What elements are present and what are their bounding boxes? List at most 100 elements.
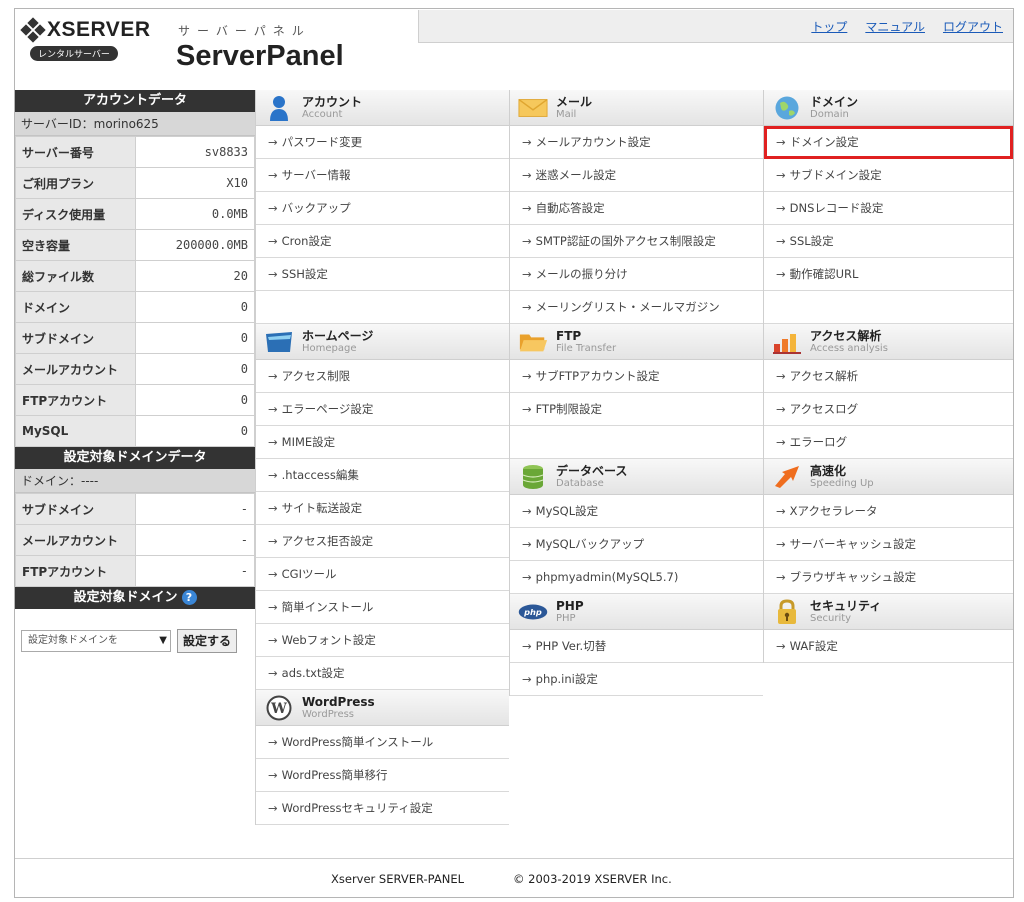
menu-link-mail[interactable]: → メーリングリスト・メールマガジン	[510, 291, 763, 324]
menu-link-homepage[interactable]: → CGIツール	[256, 558, 509, 591]
target-domain-title: 設定対象ドメイン	[73, 590, 178, 605]
column-2: メール Mail → メールアカウント設定 → 迷惑メール設定 → 自動応答設定 → SMTP認証…	[509, 90, 763, 696]
menu-link-domain[interactable]: → サブドメイン設定	[764, 159, 1013, 192]
menu-link-account[interactable]: → SSH設定	[256, 258, 509, 291]
arrow-right-icon: →	[268, 768, 278, 782]
menu-link-wordpress[interactable]: → WordPress簡単移行	[256, 759, 509, 792]
stat-label: サブドメイン	[15, 493, 136, 525]
menu-link-speed[interactable]: → サーバーキャッシュ設定	[764, 528, 1013, 561]
menu-link-mail[interactable]: → メールの振り分け	[510, 258, 763, 291]
logo-badge: レンタルサーバー	[30, 46, 118, 61]
menu-link-mail[interactable]: → 迷惑メール設定	[510, 159, 763, 192]
menu-link-mail[interactable]: → SMTP認証の国外アクセス制限設定	[510, 225, 763, 258]
arrow-right-icon: →	[268, 402, 278, 416]
arrow-right-icon: →	[776, 504, 786, 518]
set-domain-button[interactable]: 設定する	[177, 629, 238, 653]
menu-link-homepage[interactable]: → .htaccess編集	[256, 459, 509, 492]
menu-link-speed[interactable]: → ブラウザキャッシュ設定	[764, 561, 1013, 594]
folder-icon	[264, 329, 294, 355]
menu-link-homepage[interactable]: → ads.txt設定	[256, 657, 509, 690]
section-header-ftp: FTP File Transfer	[510, 324, 763, 360]
menu-link-database[interactable]: → phpmyadmin(MySQL5.7)	[510, 561, 763, 594]
panel-kana: サーバーパネル	[178, 24, 311, 38]
menu-link-ftp[interactable]: → サブFTPアカウント設定	[510, 360, 763, 393]
menu-link-label: Webフォント設定	[281, 633, 376, 647]
menu-link-wordpress[interactable]: → WordPressセキュリティ設定	[256, 792, 509, 825]
menu-link-wordpress[interactable]: → WordPress簡単インストール	[256, 726, 509, 759]
arrow-right-icon: →	[776, 168, 786, 182]
menu-link-php[interactable]: → php.ini設定	[510, 663, 763, 696]
menu-link-homepage[interactable]: → エラーページ設定	[256, 393, 509, 426]
menu-link-homepage[interactable]: → MIME設定	[256, 426, 509, 459]
section-title: アクセス解析	[810, 328, 882, 343]
empty-cell	[510, 426, 763, 459]
menu-link-homepage[interactable]: → Webフォント設定	[256, 624, 509, 657]
menu-link-database[interactable]: → MySQL設定	[510, 495, 763, 528]
menu-link-account[interactable]: → Cron設定	[256, 225, 509, 258]
stat-row: サブドメイン 0	[15, 322, 255, 354]
section-header-domain: ドメイン Domain	[764, 90, 1013, 126]
arrow-right-icon: →	[522, 504, 532, 518]
menu-link-label: ドメイン設定	[789, 135, 859, 149]
stat-value: X10	[135, 167, 255, 199]
menu-link-label: WordPress簡単インストール	[281, 735, 434, 749]
menu-link-speed[interactable]: → Xアクセラレータ	[764, 495, 1013, 528]
menu-link-account[interactable]: → パスワード変更	[256, 126, 509, 159]
stat-value: -	[135, 524, 255, 556]
menu-link-account[interactable]: → サーバー情報	[256, 159, 509, 192]
menu-link-label: php.ini設定	[535, 672, 598, 686]
help-icon[interactable]: ?	[181, 590, 197, 605]
menu-link-homepage[interactable]: → アクセス拒否設定	[256, 525, 509, 558]
stat-label: MySQL	[15, 415, 136, 447]
menu-link-homepage[interactable]: → サイト転送設定	[256, 492, 509, 525]
section-header-account: アカウント Account	[256, 90, 509, 126]
menu-link-access[interactable]: → エラーログ	[764, 426, 1013, 459]
target-domain-select[interactable]: 設定対象ドメインを ▼	[21, 630, 171, 652]
section-subtitle: WordPress	[302, 708, 355, 720]
stat-row: 総ファイル数 20	[15, 260, 255, 292]
menu-link-domain[interactable]: → ドメイン設定	[764, 126, 1013, 159]
menu-link-mail[interactable]: → 自動応答設定	[510, 192, 763, 225]
xserver-logo[interactable]: XSERVER レンタルサーバー	[20, 17, 162, 61]
menu-link-ftp[interactable]: → FTP制限設定	[510, 393, 763, 426]
menu-link-label: Cron設定	[281, 234, 332, 248]
menu-link-database[interactable]: → MySQLバックアップ	[510, 528, 763, 561]
top-link[interactable]: トップ	[811, 18, 847, 35]
menu-link-label: サイト転送設定	[281, 501, 363, 515]
menu-link-label: アクセス制限	[281, 369, 351, 383]
menu-link-account[interactable]: → バックアップ	[256, 192, 509, 225]
section-title: アカウント	[302, 94, 363, 109]
menu-link-label: 簡単インストール	[281, 600, 374, 614]
menu-link-homepage[interactable]: → 簡単インストール	[256, 591, 509, 624]
stat-label: 総ファイル数	[15, 260, 136, 292]
section-ftp: FTP File Transfer → サブFTPアカウント設定 → FTP制限設定	[510, 324, 763, 459]
menu-link-domain[interactable]: → 動作確認URL	[764, 258, 1013, 291]
menu-link-access[interactable]: → アクセスログ	[764, 393, 1013, 426]
menu-link-label: CGIツール	[281, 567, 337, 581]
menu-link-homepage[interactable]: → アクセス制限	[256, 360, 509, 393]
menu-link-php[interactable]: → PHP Ver.切替	[510, 630, 763, 663]
svg-text:W: W	[270, 701, 287, 717]
menu-link-label: phpmyadmin(MySQL5.7)	[535, 570, 679, 584]
empty-cell	[764, 291, 1013, 324]
section-title: ホームページ	[302, 328, 374, 343]
stat-value: 0	[135, 291, 255, 323]
menu-link-mail[interactable]: → メールアカウント設定	[510, 126, 763, 159]
section-header-php: php PHP PHP	[510, 594, 763, 630]
section-subtitle: PHP	[556, 612, 576, 624]
menu-link-access[interactable]: → アクセス解析	[764, 360, 1013, 393]
stat-value: 0	[135, 415, 255, 447]
footer: Xserver SERVER-PANEL © 2003-2019 XSERVER…	[15, 858, 1013, 898]
section-header-wordpress: W WordPress WordPress	[256, 690, 509, 726]
menu-link-label: バックアップ	[281, 201, 351, 215]
menu-link-security[interactable]: → WAF設定	[764, 630, 1013, 663]
section-subtitle: Database	[556, 477, 604, 489]
menu-link-domain[interactable]: → DNSレコード設定	[764, 192, 1013, 225]
target-domain-data-table: サブドメイン - メールアカウント - FTPアカウント -	[15, 493, 255, 587]
logout-link[interactable]: ログアウト	[943, 18, 1003, 35]
manual-link[interactable]: マニュアル	[865, 18, 925, 35]
arrow-right-icon: →	[522, 570, 532, 584]
menu-link-label: アクセスログ	[789, 402, 859, 416]
menu-link-label: アクセス拒否設定	[281, 534, 374, 548]
menu-link-domain[interactable]: → SSL設定	[764, 225, 1013, 258]
